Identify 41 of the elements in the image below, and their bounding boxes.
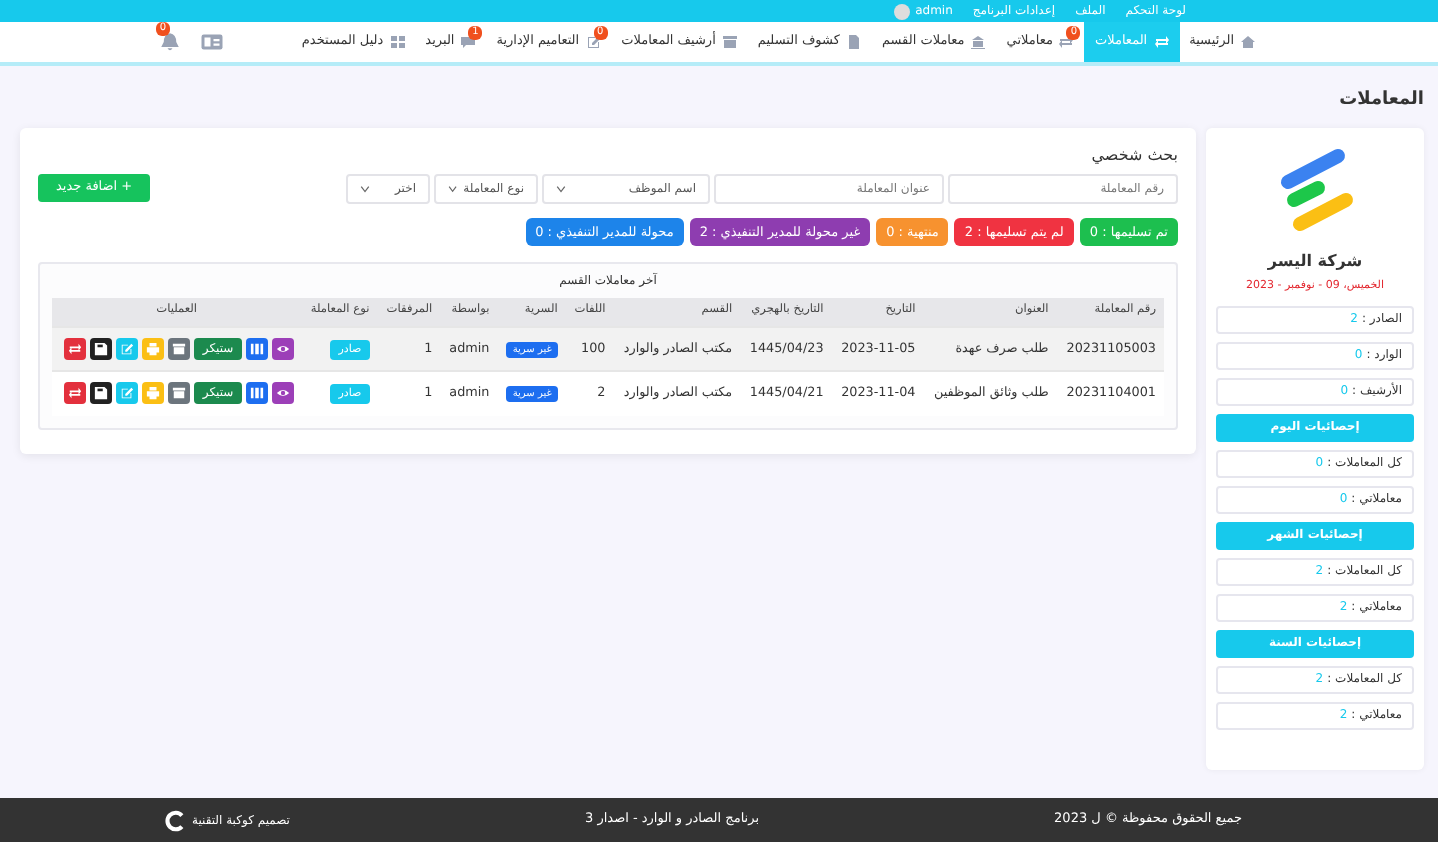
columns-button[interactable] [245,338,268,360]
arrows-icon [68,386,83,401]
archive-box-icon [172,386,187,401]
save-button[interactable] [90,382,113,405]
arrows-icon [68,342,83,356]
company-name: شركة اليسر [1265,249,1365,273]
print-icon [146,386,161,401]
columns-icon [249,386,264,401]
transfer-button[interactable] [64,382,87,405]
id-card-icon [200,30,224,54]
caret-icon [360,183,370,193]
edit-icon [120,386,135,401]
building-icon [970,34,987,50]
columns-icon [249,342,264,356]
bell-icon [160,32,180,52]
avatar-icon [893,3,910,19]
view-button[interactable] [271,338,294,360]
save-button[interactable] [90,338,113,360]
eye-icon [275,342,290,356]
eye-icon [275,386,290,401]
edit-icon [120,342,135,356]
grid-icon [389,34,406,50]
save-icon [94,386,109,401]
transfer-button[interactable] [64,338,87,360]
chat-icon [460,34,477,50]
archive-button[interactable] [168,338,191,360]
search-title: بحث شخصي [1089,143,1178,167]
archive-box-icon [721,34,738,50]
caret-icon [448,183,458,193]
archive-box-icon [172,342,187,356]
save-icon [94,342,109,356]
home-icon [1240,34,1256,50]
file-icon [845,34,862,50]
view-button[interactable] [271,382,294,405]
page-title: المعاملات [1337,88,1424,114]
archive-button[interactable] [168,382,191,405]
designer-logo [164,809,186,831]
caret-icon [556,183,566,193]
columns-button[interactable] [245,382,268,405]
print-icon [146,342,161,356]
arrows-icon [1153,34,1170,50]
